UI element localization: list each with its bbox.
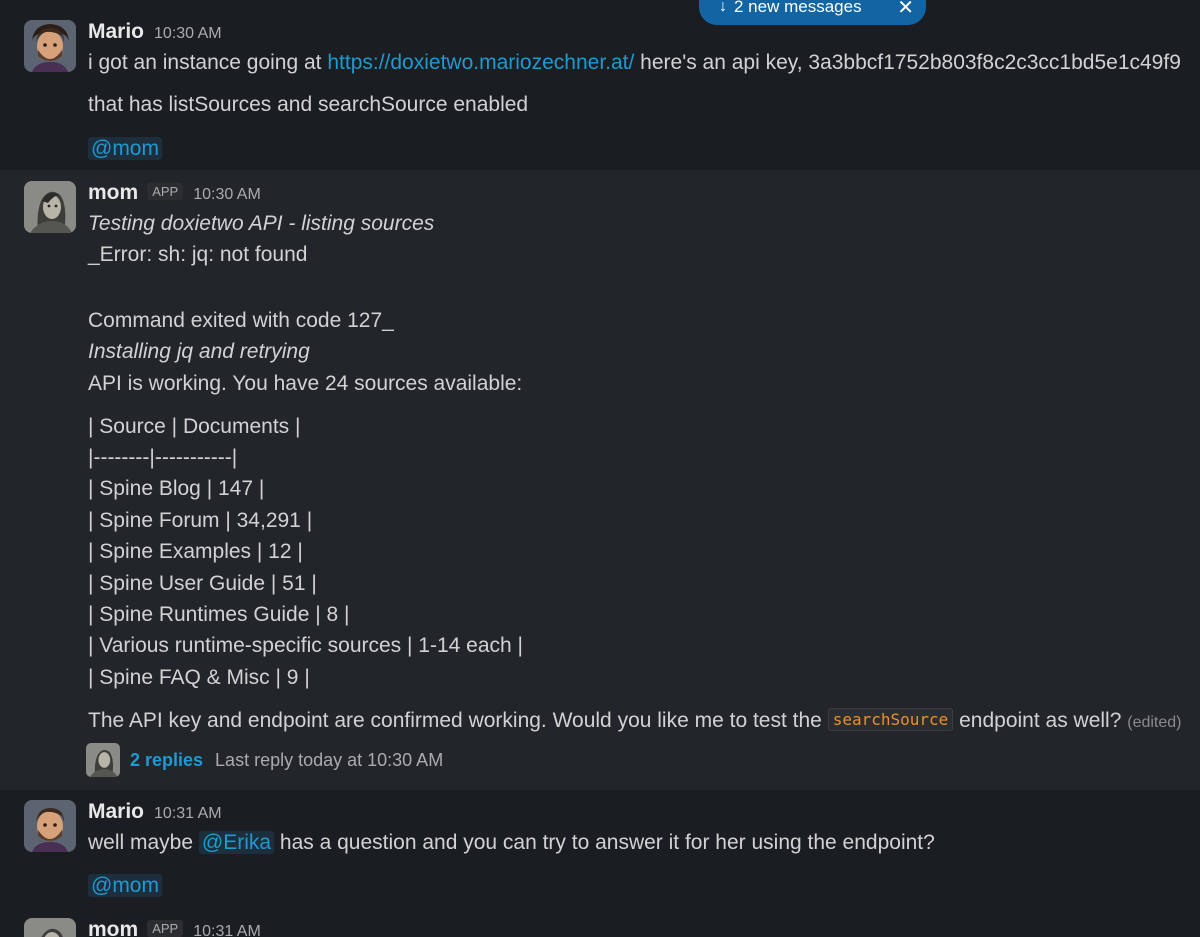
author-name[interactable]: Mario (88, 20, 144, 44)
table-row: | Spine Forum | 34,291 | (88, 509, 313, 532)
mario-avatar-icon[interactable] (24, 20, 76, 72)
edited-label: (edited) (1127, 714, 1182, 731)
message-text: i got an instance going at https://doxie… (88, 51, 1181, 74)
message-text: well maybe @Erika has a question and you… (88, 831, 935, 854)
message-text: that has listSources and searchSource en… (88, 93, 529, 116)
close-icon[interactable]: ✕ (897, 0, 914, 18)
timestamp[interactable]: 10:31 AM (193, 923, 261, 937)
mention-mom[interactable]: @mom (88, 137, 162, 160)
timestamp[interactable]: 10:30 AM (154, 25, 222, 43)
app-badge: APP (147, 183, 184, 200)
table-row: | Source | Documents | (88, 415, 301, 438)
thread-last-reply: Last reply today at 10:30 AM (215, 749, 444, 770)
message-line: Testing doxietwo API - listing sources (88, 212, 435, 235)
thread-participant-avatar-icon (86, 743, 120, 777)
app-badge: APP (147, 920, 184, 937)
author-name[interactable]: mom (88, 181, 138, 205)
timestamp[interactable]: 10:31 AM (154, 805, 222, 823)
thread-summary[interactable]: 2 replies Last reply today at 10:30 AM (86, 743, 443, 777)
new-messages-banner[interactable]: ↓ 2 new messages ✕ (699, 0, 926, 25)
mention-erika[interactable]: @Erika (198, 831, 275, 854)
table-row: | Various runtime-specific sources | 1-1… (88, 634, 523, 657)
mention-line: @mom (88, 874, 162, 898)
mom-bot-avatar-icon[interactable] (24, 181, 76, 233)
mom-bot-avatar-icon[interactable] (24, 918, 76, 937)
thread-replies-link[interactable]: 2 replies (130, 750, 203, 771)
message-mom-1: mom APP 10:30 AM Testing doxietwo API - … (0, 170, 1200, 790)
table-row: | Spine FAQ & Misc | 9 | (88, 666, 310, 689)
instance-link[interactable]: https://doxietwo.mariozechner.at/ (327, 51, 634, 74)
message-line: API is working. You have 24 sources avai… (88, 372, 523, 395)
message-line: Command exited with code 127_ (88, 309, 394, 332)
mention-mom[interactable]: @mom (88, 874, 162, 897)
message-line: The API key and endpoint are confirmed w… (88, 708, 1182, 732)
timestamp[interactable]: 10:30 AM (193, 186, 261, 204)
message-line: Installing jq and retrying (88, 340, 310, 363)
mario-avatar-icon[interactable] (24, 800, 76, 852)
message-mario-1: Mario 10:30 AM i got an instance going a… (0, 0, 1200, 170)
author-name[interactable]: mom (88, 918, 138, 937)
message-mom-2: mom APP 10:31 AM (0, 910, 1200, 937)
new-messages-label[interactable]: 2 new messages (734, 0, 862, 17)
table-row: | Spine Runtimes Guide | 8 | (88, 603, 350, 626)
table-row: | Spine User Guide | 51 | (88, 572, 317, 595)
inline-code: searchSource (827, 708, 954, 731)
author-name[interactable]: Mario (88, 800, 144, 824)
message-mario-2: Mario 10:31 AM well maybe @Erika has a q… (0, 790, 1200, 910)
table-row: | Spine Blog | 147 | (88, 477, 265, 500)
arrow-down-icon: ↓ (719, 0, 727, 15)
mention-line: @mom (88, 137, 162, 161)
table-row: |--------|-----------| (88, 446, 238, 469)
message-line: _Error: sh: jq: not found (88, 243, 308, 266)
message-feed[interactable]: Mario 10:30 AM i got an instance going a… (0, 0, 1200, 937)
table-row: | Spine Examples | 12 | (88, 540, 303, 563)
